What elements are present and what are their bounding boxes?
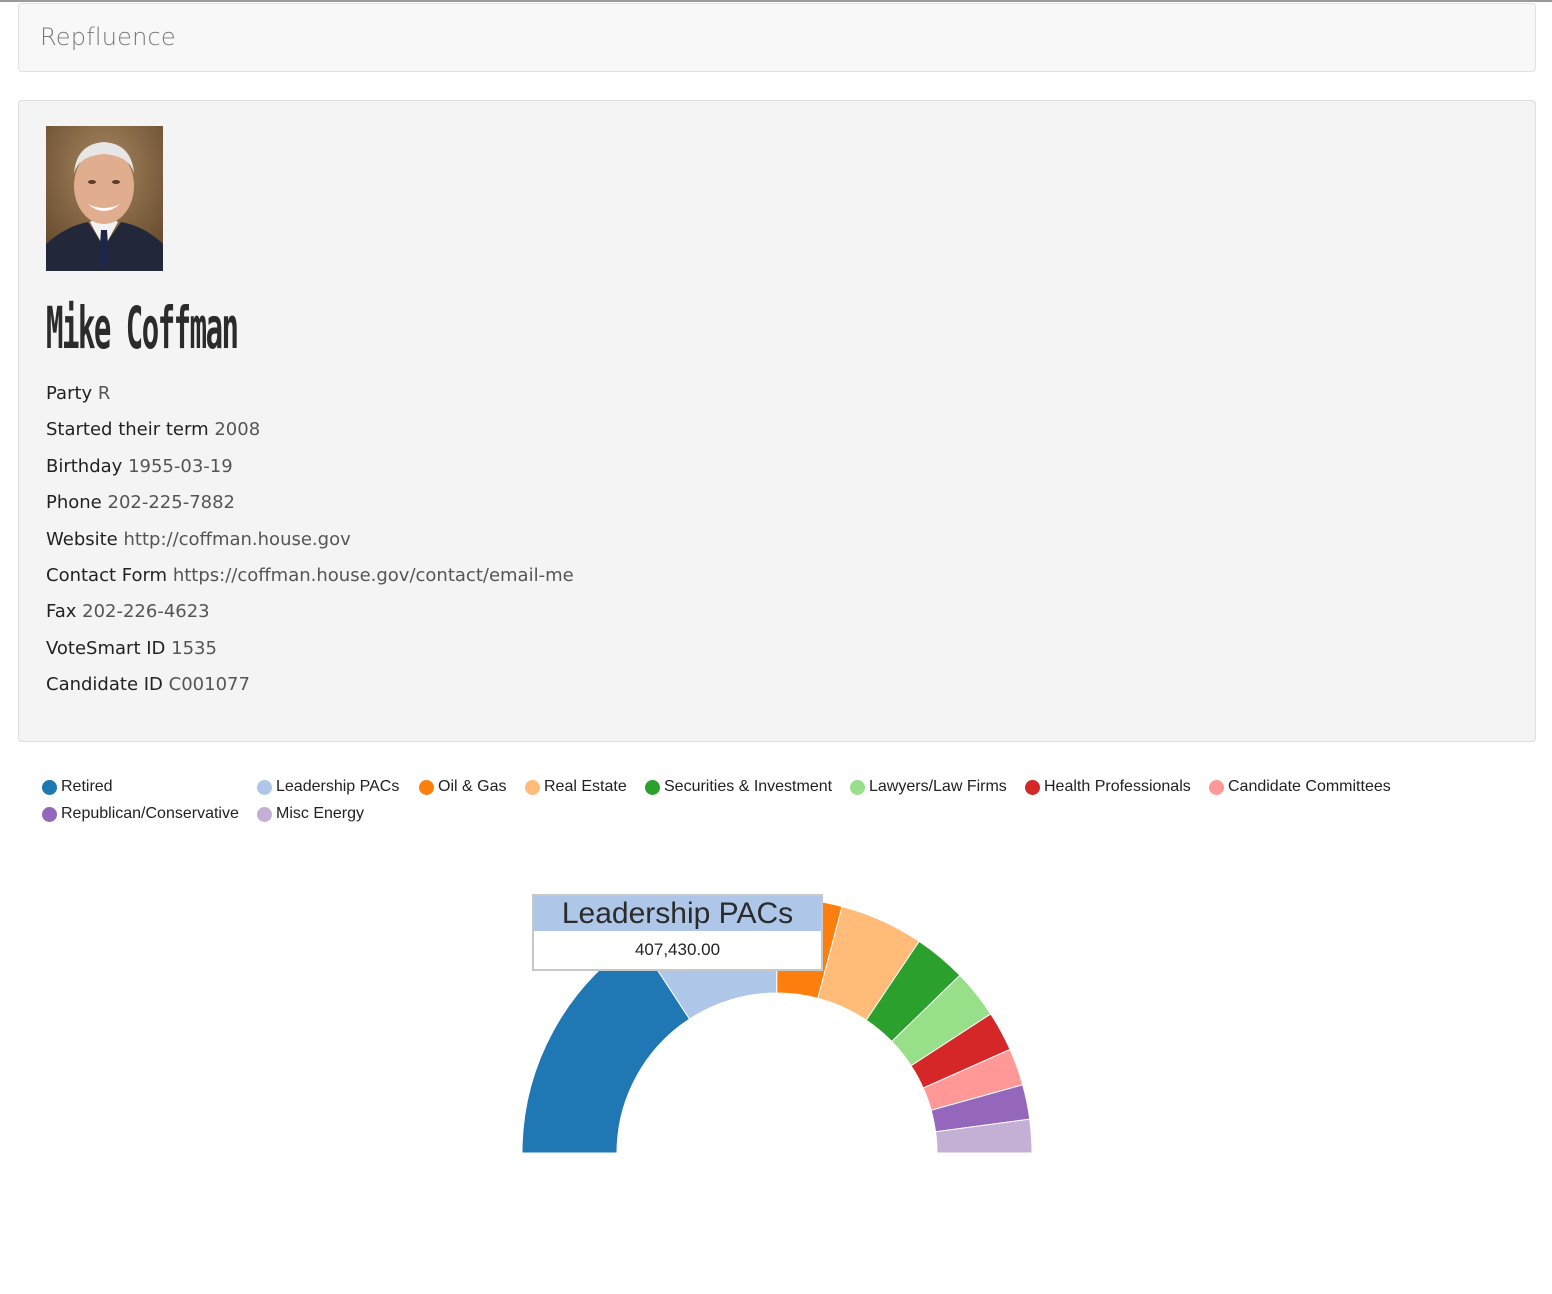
legend-swatch-icon: [42, 806, 57, 822]
profile-panel: Mike Coffman Party R Started their term …: [18, 100, 1536, 742]
profile-fields: Party R Started their term 2008 Birthday…: [46, 376, 574, 704]
field-label: Party: [46, 383, 93, 404]
legend-swatch-icon: [525, 779, 540, 795]
legend-label: Oil & Gas: [438, 778, 507, 795]
field-label: Fax: [46, 601, 77, 623]
field-value: R: [97, 383, 111, 404]
field-label: Contact Form: [46, 564, 168, 586]
legend-swatch-icon: [419, 779, 434, 795]
brand-link[interactable]: Repfluence: [40, 23, 176, 51]
field-contact-form: Contact Form https://coffman.house.gov/c…: [46, 558, 574, 594]
field-party: Party R: [46, 376, 574, 412]
legend-swatch-icon: [257, 806, 272, 822]
field-value: 202-225-7882: [107, 492, 236, 514]
tooltip-value: 407,430.00: [634, 940, 721, 959]
chart-tooltip: Leadership PACs 407,430.00: [532, 894, 823, 971]
field-label: Birthday: [46, 455, 123, 477]
legend-item[interactable]: Securities & Investment: [645, 776, 832, 798]
field-value: 1535: [171, 637, 217, 659]
tooltip-title: Leadership PACs: [534, 896, 821, 931]
legend-label: Securities & Investment: [664, 778, 833, 795]
legend-swatch-icon: [850, 779, 865, 795]
legend-item[interactable]: Candidate Committees: [1209, 776, 1391, 798]
legend-item[interactable]: Oil & Gas: [419, 776, 506, 798]
legend-item[interactable]: Lawyers/Law Firms: [850, 776, 1007, 798]
representative-photo: [46, 126, 163, 271]
legend-item[interactable]: Real Estate: [525, 776, 627, 798]
field-label: Candidate ID: [46, 674, 163, 696]
legend-label: Candidate Committees: [1228, 778, 1391, 795]
field-votesmart-id: VoteSmart ID 1535: [46, 631, 574, 667]
representative-name: Mike Coffman: [46, 294, 239, 362]
legend-swatch-icon: [1209, 779, 1224, 795]
legend-label: Real Estate: [544, 778, 627, 795]
legend-item[interactable]: Misc Energy: [257, 803, 364, 825]
field-value: C001077: [168, 674, 250, 696]
legend-item[interactable]: Republican/Conservative: [42, 803, 239, 825]
legend-label: Health Professionals: [1044, 778, 1191, 795]
portrait-image: [46, 126, 163, 271]
field-term-start: Started their term 2008: [46, 412, 574, 448]
field-label: Website: [46, 528, 118, 550]
field-website: Website http://coffman.house.gov: [46, 522, 574, 558]
field-fax: Fax 202-226-4623: [46, 594, 574, 630]
field-candidate-id: Candidate ID C001077: [46, 667, 574, 703]
top-divider: [0, 0, 1552, 2]
legend-item[interactable]: Leadership PACs: [257, 776, 399, 798]
legend-swatch-icon: [1025, 779, 1040, 795]
legend-item[interactable]: Health Professionals: [1025, 776, 1191, 798]
field-birthday: Birthday 1955-03-19: [46, 449, 574, 485]
field-label: VoteSmart ID: [46, 637, 166, 659]
field-value: 2008: [214, 419, 261, 441]
website-link[interactable]: http://coffman.house.gov: [124, 529, 351, 550]
field-label: Started their term: [46, 419, 209, 441]
field-value: 1955-03-19: [128, 455, 233, 477]
legend-swatch-icon: [42, 779, 57, 795]
contact-form-link[interactable]: https://coffman.house.gov/contact/email-…: [173, 565, 574, 586]
legend-item[interactable]: Retired: [42, 776, 113, 798]
field-phone: Phone 202-225-7882: [46, 485, 574, 521]
field-value: 202-226-4623: [82, 601, 210, 623]
navbar: Repfluence: [18, 3, 1536, 72]
legend-label: Retired: [61, 778, 113, 795]
legend-label: Leadership PACs: [276, 778, 400, 795]
legend-label: Misc Energy: [276, 805, 365, 822]
legend-swatch-icon: [257, 779, 272, 795]
legend-label: Republican/Conservative: [61, 805, 239, 822]
legend-label: Lawyers/Law Firms: [869, 778, 1007, 795]
field-label: Phone: [46, 492, 102, 514]
legend-swatch-icon: [645, 779, 660, 795]
